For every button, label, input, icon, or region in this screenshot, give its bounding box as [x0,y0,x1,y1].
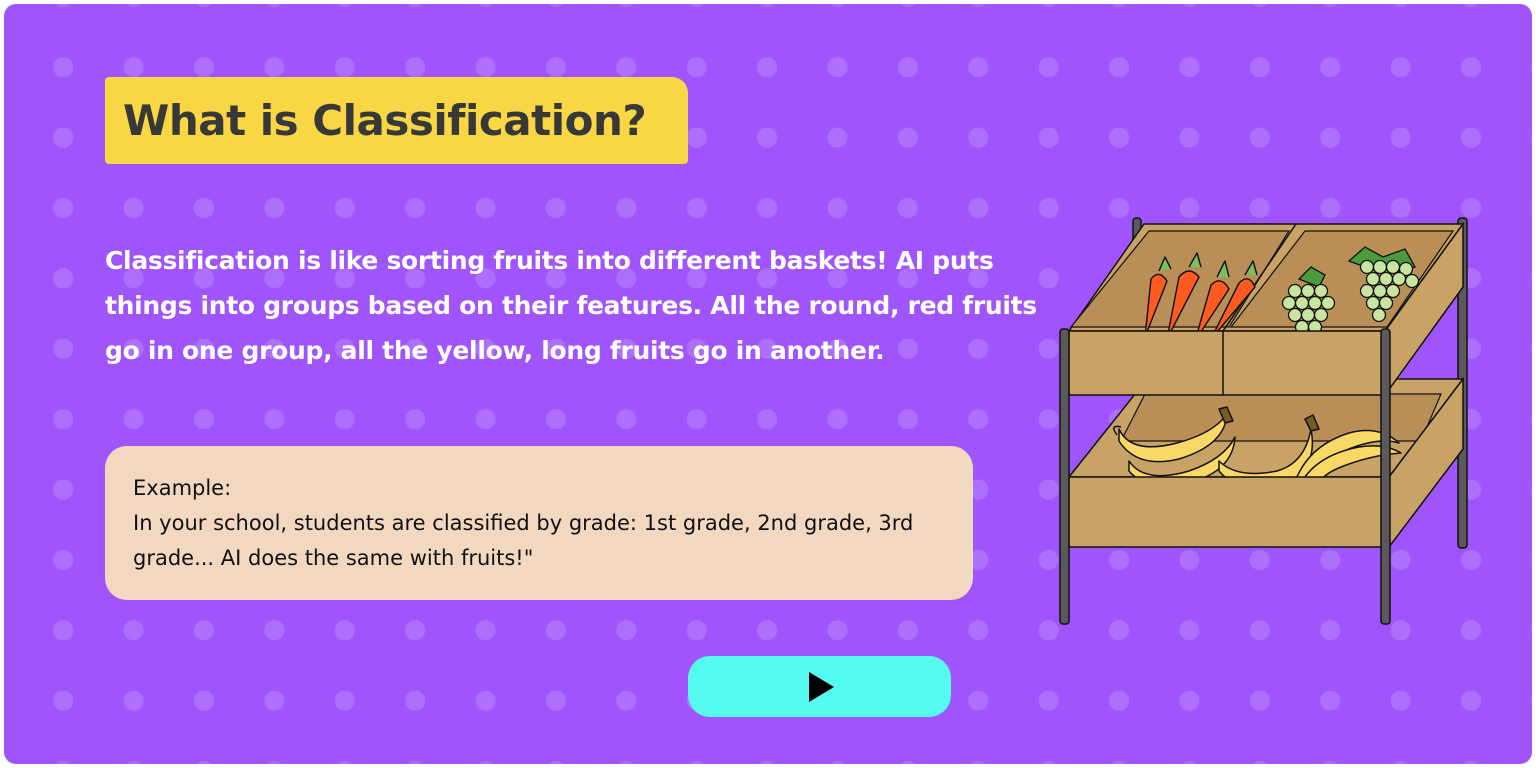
play-button[interactable] [688,656,951,717]
lesson-slide: What is Classification? Classification i… [4,4,1532,764]
description-text: Classification is like sorting fruits in… [105,246,1037,365]
example-box: Example: In your school, students are cl… [105,446,973,600]
fruit-stand-illustration [1059,217,1468,625]
title-banner: What is Classification? [105,77,688,164]
page-title: What is Classification? [123,96,647,145]
play-icon [808,671,834,702]
example-heading: Example: [133,476,232,500]
example-text: In your school, students are classified … [133,511,914,570]
